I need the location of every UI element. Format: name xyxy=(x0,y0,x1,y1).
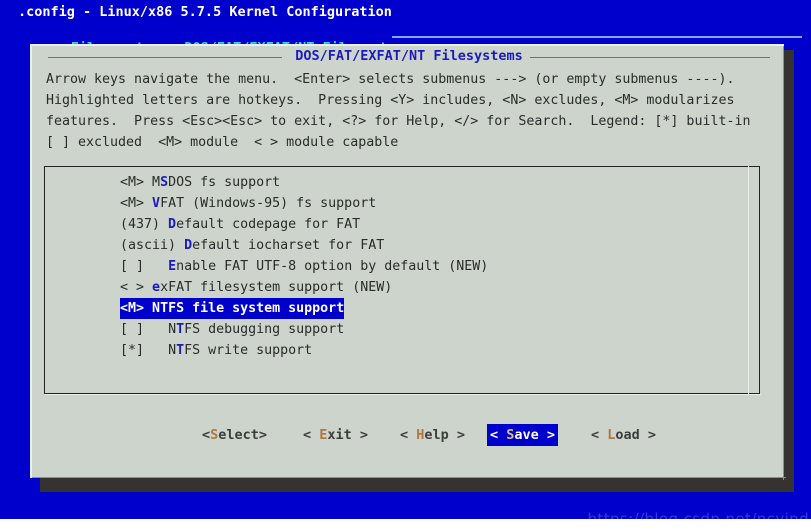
menu-item-text: [*] NTFS write support xyxy=(120,340,312,361)
button-bracket-left: < xyxy=(490,427,507,443)
menu-item-gap xyxy=(144,343,168,358)
menu-item[interactable]: [ ] Enable FAT UTF-8 option by default (… xyxy=(44,256,760,277)
menu-item-gap xyxy=(176,238,184,253)
menu-item-gap xyxy=(144,196,152,211)
menu-item-text: (437) Default codepage for FAT xyxy=(120,214,360,235)
button-select[interactable]: <Select> xyxy=(199,424,270,446)
menu-item-hotkey: S xyxy=(160,175,169,190)
menu-item-label-post: xFAT filesystem support (NEW) xyxy=(160,280,393,295)
menu-item-text: [ ] NTFS debugging support xyxy=(120,319,344,340)
button-exit[interactable]: < Exit > xyxy=(300,424,371,446)
menu-item-text: <M> VFAT (Windows-95) fs support xyxy=(120,193,376,214)
button-load[interactable]: < Load > xyxy=(588,424,659,446)
help-line: Arrow keys navigate the menu. <Enter> se… xyxy=(46,72,735,87)
button-bracket-right: > xyxy=(359,427,369,443)
kernel-config-header: .config - Linux/x86 5.7.5 Kernel Configu… xyxy=(0,0,811,54)
menu-item[interactable]: [*] NTFS write support xyxy=(44,340,760,361)
menu-item-state: [*] xyxy=(120,343,145,358)
button-label-post: ave xyxy=(514,427,547,443)
menu-item-label-post: FAT (Windows-95) fs support xyxy=(160,196,377,211)
menu-item-label-pre: N xyxy=(168,322,177,337)
menu-item-hotkey: T xyxy=(160,301,169,316)
button-bracket-left: < xyxy=(303,427,320,443)
menu-item[interactable]: [ ] NTFS debugging support xyxy=(44,319,760,340)
menu-item[interactable]: <M> VFAT (Windows-95) fs support xyxy=(44,193,760,214)
menu-item-gap xyxy=(144,322,168,337)
menu-item-label-post: FS debugging support xyxy=(184,322,345,337)
menu-item-label-pre: M xyxy=(152,175,161,190)
menu-item-gap xyxy=(144,175,152,190)
dialog-edge-right xyxy=(783,46,784,480)
menu-item-hotkey: V xyxy=(152,196,161,211)
menu-item-label-post: nable FAT UTF-8 option by default (NEW) xyxy=(176,259,489,274)
menu-item-label-post: DOS fs support xyxy=(168,175,281,190)
menu-item-list: <M> MSDOS fs support <M> VFAT (Windows-95… xyxy=(44,172,760,361)
menu-item[interactable]: (437) Default codepage for FAT xyxy=(44,214,760,235)
page-title: .config - Linux/x86 5.7.5 Kernel Configu… xyxy=(18,4,392,20)
menu-item[interactable]: < > exFAT filesystem support (NEW) xyxy=(44,277,760,298)
menu-item-label-pre: N xyxy=(168,343,177,358)
menu-item-hotkey: T xyxy=(176,322,185,337)
menu-item-gap xyxy=(144,280,152,295)
help-line: Highlighted letters are hotkeys. Pressin… xyxy=(46,93,735,108)
menu-item-state: <M> xyxy=(120,196,145,211)
button-bracket-right: > xyxy=(258,427,268,443)
help-line: features. Press <Esc><Esc> to exit, <?> … xyxy=(46,114,751,129)
breadcrumb-rule xyxy=(392,36,802,38)
menu-item-gap xyxy=(144,301,152,316)
help-text: Arrow keys navigate the menu. <Enter> se… xyxy=(46,69,776,153)
bottom-white-strip xyxy=(0,519,811,531)
button-help[interactable]: < Help > xyxy=(397,424,468,446)
button-bracket-right: > xyxy=(546,427,556,443)
menu-item-text: (ascii) Default iocharset for FAT xyxy=(120,235,384,256)
button-bracket-right: > xyxy=(456,427,466,443)
help-line: [ ] excluded <M> module < > module capab… xyxy=(46,135,399,150)
menu-item-state: < > xyxy=(120,280,145,295)
menu-item-gap xyxy=(144,259,168,274)
listbox-highlight-bottom xyxy=(45,394,761,395)
menu-item-gap xyxy=(160,217,168,232)
button-bracket-left: < xyxy=(202,427,211,443)
menu-item[interactable]: <M> MSDOS fs support xyxy=(44,172,760,193)
button-bracket-left: < xyxy=(400,427,417,443)
menu-item-selected[interactable]: <M> NTFS file system support xyxy=(44,298,760,319)
button-save[interactable]: < Save > xyxy=(487,424,559,446)
menu-item-text: [ ] Enable FAT UTF-8 option by default (… xyxy=(120,256,488,277)
button-label-post: elect xyxy=(218,427,259,443)
button-label-post: oad xyxy=(615,427,648,443)
menu-item-text: < > exFAT filesystem support (NEW) xyxy=(120,277,392,298)
menu-item-label-pre: N xyxy=(152,301,161,316)
dialog-title: DOS/FAT/EXFAT/NT Filesystems xyxy=(295,48,523,64)
menu-item-text: <M> NTFS file system support xyxy=(120,298,345,319)
menu-item-hotkey: T xyxy=(176,343,185,358)
button-label-post: xit xyxy=(327,427,360,443)
menu-item-text: <M> MSDOS fs support xyxy=(120,172,280,193)
menu-item[interactable]: (ascii) Default iocharset for FAT xyxy=(44,235,760,256)
menu-item-hotkey: e xyxy=(152,280,161,295)
button-label-post: elp xyxy=(424,427,457,443)
outer-left-fill xyxy=(0,0,12,531)
menu-item-hotkey: D xyxy=(168,217,177,232)
menu-item-state: <M> xyxy=(120,301,145,316)
dialog-button-bar: <Select> < Exit > < Help > < Save > < Load > xyxy=(32,424,786,448)
button-bracket-right: > xyxy=(647,427,657,443)
menu-item-state: [ ] xyxy=(120,322,145,337)
menu-item-label-post: FS write support xyxy=(184,343,313,358)
terminal-screen: .config - Linux/x86 5.7.5 Kernel Configu… xyxy=(0,0,811,531)
dialog-edge-bottom xyxy=(32,477,786,478)
menu-item-hotkey: E xyxy=(168,259,177,274)
menu-item-state: (ascii) xyxy=(120,238,177,253)
menu-item-state: [ ] xyxy=(120,259,145,274)
menu-item-state: (437) xyxy=(120,217,161,232)
menu-item-state: <M> xyxy=(120,175,145,190)
menu-item-label-post: FS file system support xyxy=(168,301,345,316)
menu-item-hotkey: D xyxy=(184,238,193,253)
menu-item-label-post: efault iocharset for FAT xyxy=(192,238,385,253)
button-bracket-left: < xyxy=(591,427,608,443)
menu-item-label-post: efault codepage for FAT xyxy=(176,217,361,232)
config-dialog: DOS/FAT/EXFAT/NT Filesystems Arrow keys … xyxy=(30,44,786,480)
